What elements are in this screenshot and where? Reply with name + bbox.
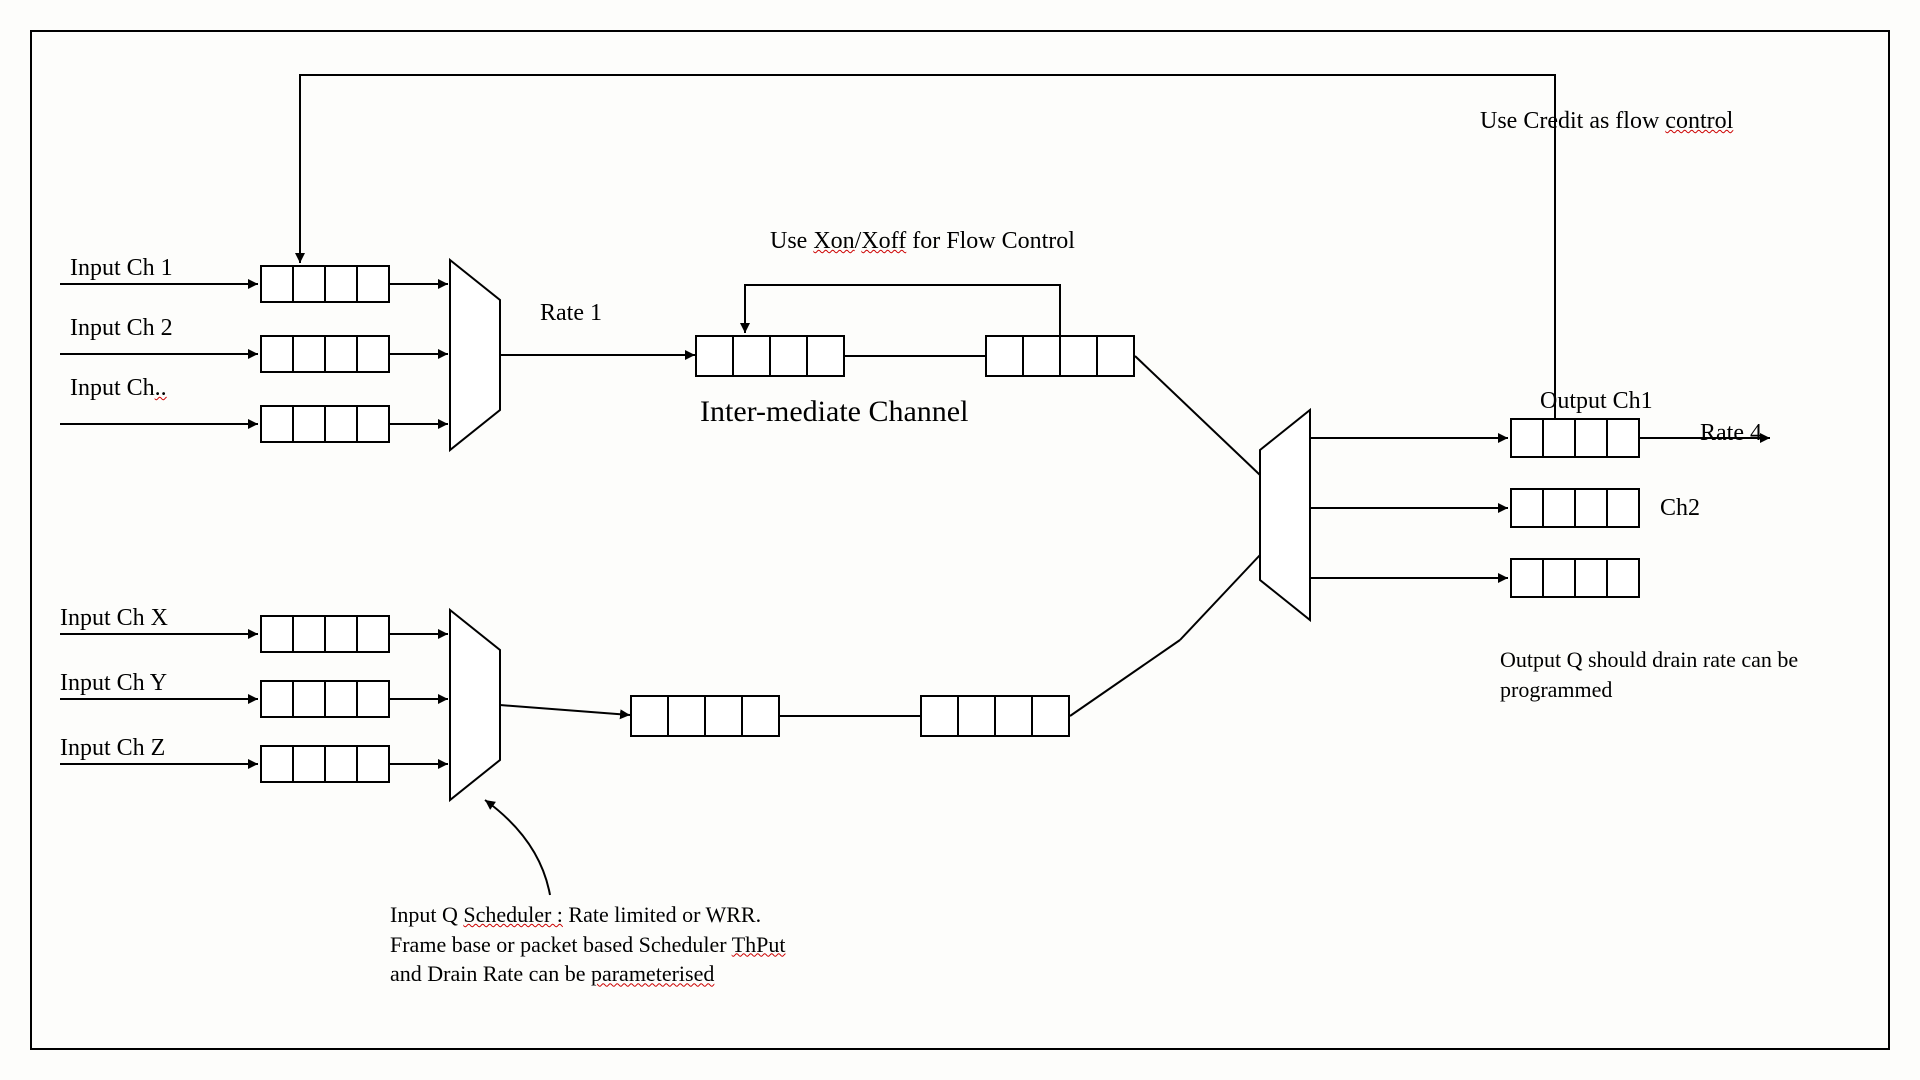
output-ch2-label: Ch2: [1660, 495, 1700, 522]
queue-output-2: [1510, 488, 1640, 528]
queue-output-1: [1510, 418, 1640, 458]
queue-bot-3: [260, 745, 390, 783]
queue-top-2: [260, 335, 390, 373]
queue-output-3: [1510, 558, 1640, 598]
queue-bot-2: [260, 680, 390, 718]
rate4-label: Rate 4: [1700, 420, 1762, 447]
queue-top-3: [260, 405, 390, 443]
diagram-frame: [30, 30, 1890, 1050]
queue-intermediate-1: [695, 335, 845, 377]
output-ch1-label: Output Ch1: [1540, 388, 1653, 415]
intermediate-channel-label: Inter-mediate Channel: [700, 395, 968, 429]
input-chx-label: Input Ch X: [60, 605, 168, 632]
queue-bot-1: [260, 615, 390, 653]
queue-intermediate-3: [630, 695, 780, 737]
input-chy-label: Input Ch Y: [60, 670, 167, 697]
rate1-label: Rate 1: [540, 300, 602, 327]
xon-xoff-label: Use Xon/Xoff for Flow Control: [770, 228, 1075, 255]
input-ch3-label: Input Ch..: [70, 375, 167, 402]
queue-intermediate-2: [985, 335, 1135, 377]
output-drain-note: Output Q should drain rate can be progra…: [1500, 645, 1860, 704]
input-chz-label: Input Ch Z: [60, 735, 165, 762]
input-ch1-label: Input Ch 1: [70, 255, 173, 282]
scheduler-note: Input Q Scheduler : Rate limited or WRR.…: [390, 900, 790, 989]
queue-top-1: [260, 265, 390, 303]
input-ch2-label: Input Ch 2: [70, 315, 173, 342]
credit-flow-label: Use Credit as flow control: [1480, 108, 1733, 135]
queue-intermediate-4: [920, 695, 1070, 737]
